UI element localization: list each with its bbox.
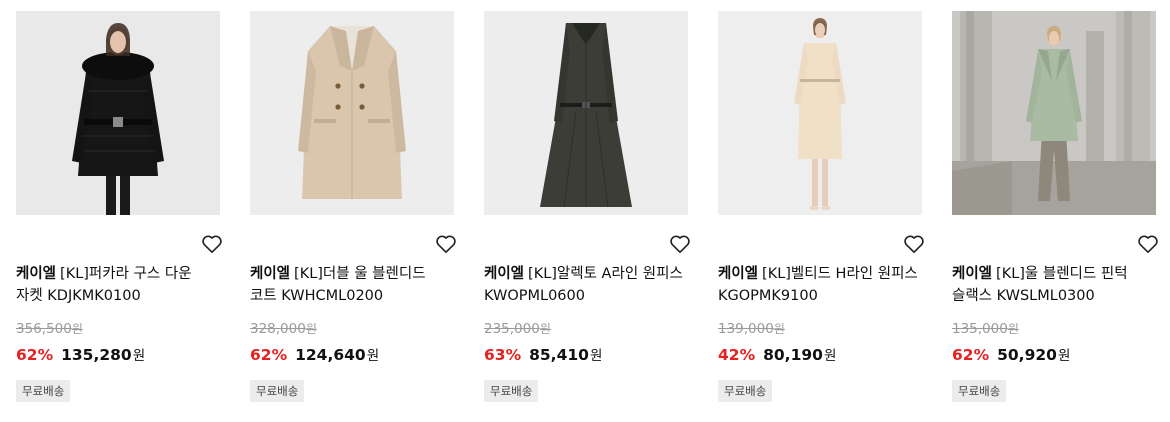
product-card[interactable]: 케이엘 [KL]더블 울 블렌디드 코트 KWHCML0200 328,000원 … [250, 11, 456, 402]
currency-label: 원 [366, 348, 380, 364]
wishlist-heart-icon[interactable] [1135, 232, 1161, 256]
free-shipping-badge: 무료배송 [718, 380, 773, 402]
product-image[interactable] [484, 11, 688, 215]
wishlist-heart-icon[interactable] [433, 232, 459, 256]
discount-rate: 62% [16, 346, 54, 364]
product-title[interactable]: 케이엘 [KL]알렉토 A라인 원피스 KWOPML0600 [484, 263, 688, 307]
free-shipping-badge: 무료배송 [952, 380, 1007, 402]
currency-label: 원 [305, 322, 317, 336]
original-price-value: 135,000 [952, 321, 1008, 337]
currency-label: 원 [1057, 348, 1071, 364]
sale-price-row: 62% 50,920 원 [952, 344, 1070, 364]
product-brand: 케이엘 [484, 266, 525, 282]
free-shipping-badge: 무료배송 [250, 380, 305, 402]
currency-label: 원 [132, 348, 146, 364]
wishlist-heart-icon[interactable] [667, 232, 693, 256]
sale-price-row: 62% 135,280 원 [16, 344, 145, 364]
sale-price: 124,640 [295, 346, 366, 364]
currency-label: 원 [823, 348, 837, 364]
discount-rate: 42% [718, 346, 756, 364]
product-card[interactable]: 케이엘 [KL]벨티드 H라인 원피스 KGOPMK9100 139,000원 4… [718, 11, 924, 402]
product-grid: 케이엘 [KL]퍼카라 구스 다운 자켓 KDJKMK0100 356,500원 … [0, 0, 1170, 422]
product-brand: 케이엘 [16, 266, 57, 282]
product-card[interactable]: 케이엘 [KL]울 블렌디드 핀턱 슬랙스 KWSLML0300 135,000원… [952, 11, 1158, 402]
currency-label: 원 [773, 322, 785, 336]
discount-rate: 62% [952, 346, 990, 364]
product-brand: 케이엘 [952, 266, 993, 282]
original-price: 139,000원 [718, 320, 785, 337]
product-brand: 케이엘 [250, 266, 291, 282]
product-card[interactable]: 케이엘 [KL]알렉토 A라인 원피스 KWOPML0600 235,000원 6… [484, 11, 690, 402]
wishlist-heart-icon[interactable] [199, 232, 225, 256]
currency-label: 원 [589, 348, 603, 364]
sale-price-row: 42% 80,190 원 [718, 344, 836, 364]
product-image[interactable] [16, 11, 220, 215]
sale-price: 50,920 [997, 346, 1057, 364]
original-price: 235,000원 [484, 320, 551, 337]
sale-price-row: 62% 124,640 원 [250, 344, 379, 364]
free-shipping-badge: 무료배송 [484, 380, 539, 402]
product-title[interactable]: 케이엘 [KL]벨티드 H라인 원피스 KGOPMK9100 [718, 263, 922, 307]
product-brand: 케이엘 [718, 266, 759, 282]
wishlist-heart-icon[interactable] [901, 232, 927, 256]
product-image[interactable] [250, 11, 454, 215]
original-price-value: 328,000 [250, 321, 306, 337]
original-price: 328,000원 [250, 320, 317, 337]
original-price-value: 235,000 [484, 321, 540, 337]
discount-rate: 62% [250, 346, 288, 364]
product-card[interactable]: 케이엘 [KL]퍼카라 구스 다운 자켓 KDJKMK0100 356,500원 … [16, 11, 222, 402]
discount-rate: 63% [484, 346, 522, 364]
original-price-value: 139,000 [718, 321, 774, 337]
free-shipping-badge: 무료배송 [16, 380, 71, 402]
product-title[interactable]: 케이엘 [KL]더블 울 블렌디드 코트 KWHCML0200 [250, 263, 454, 307]
product-image[interactable] [952, 11, 1156, 215]
sale-price: 85,410 [529, 346, 589, 364]
original-price: 356,500원 [16, 320, 83, 337]
currency-label: 원 [539, 322, 551, 336]
sale-price: 135,280 [61, 346, 132, 364]
original-price: 135,000원 [952, 320, 1019, 337]
product-title[interactable]: 케이엘 [KL]울 블렌디드 핀턱 슬랙스 KWSLML0300 [952, 263, 1156, 307]
currency-label: 원 [71, 322, 83, 336]
original-price-value: 356,500 [16, 321, 72, 337]
sale-price: 80,190 [763, 346, 823, 364]
product-title[interactable]: 케이엘 [KL]퍼카라 구스 다운 자켓 KDJKMK0100 [16, 263, 220, 307]
currency-label: 원 [1007, 322, 1019, 336]
sale-price-row: 63% 85,410 원 [484, 344, 602, 364]
product-image[interactable] [718, 11, 922, 215]
